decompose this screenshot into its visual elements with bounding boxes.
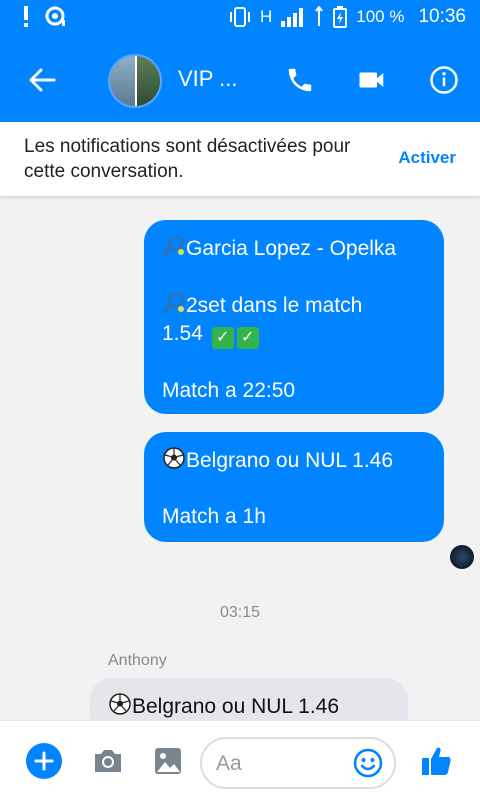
phone-icon [288,68,312,92]
message-line: 1.54 ✓ ✓ [162,320,426,349]
message-line: Match a 22:50 [162,377,426,405]
message-text: Belgrano ou NUL 1.46 [186,449,394,472]
messenger-notification-icon [45,6,65,26]
thumbs-up-icon [422,747,451,775]
sender-name: Anthony [108,652,167,669]
message-text: Match a 1h [162,505,266,528]
message-line: Garcia Lopez - Opelka [162,234,426,263]
info-icon [430,66,458,94]
emoji-button[interactable] [352,747,384,779]
message-timestamp: 03:15 [219,604,261,621]
soccer-ball-icon [109,693,131,715]
data-arrows-icon [315,6,324,26]
message-text: Garcia Lopez - Opelka [186,237,397,260]
voice-call-button[interactable] [282,62,318,98]
message-text: 2set dans le match [186,294,363,317]
message-input-wrapper[interactable] [200,737,396,789]
status-right: H 100 % 10:36 [228,6,466,28]
message-text: Match a 22:50 [162,379,296,402]
tennis-racket-icon [163,235,184,256]
check-mark-icon: ✓ [211,327,234,349]
gallery-button[interactable] [150,743,186,779]
message-line: Belgrano ou NUL 1.46 [108,692,390,721]
seen-by-avatar [450,545,474,569]
enable-notifications-button[interactable]: Activer [398,148,456,168]
message-composer [0,720,480,800]
plus-icon [34,751,54,771]
more-actions-button[interactable] [26,743,62,779]
clock: 10:36 [418,6,466,27]
message-line: 2set dans le match [162,291,426,320]
message-text: Belgrano ou NUL 1.46 [132,695,340,718]
outgoing-message[interactable]: Belgrano ou NUL 1.46 Match a 1h [144,432,444,542]
like-button[interactable] [418,743,454,779]
avatar-photo-left [110,56,135,106]
outgoing-message[interactable]: Garcia Lopez - Opelka 2set dans le match… [144,220,444,414]
status-left [22,6,68,28]
image-icon [155,748,181,774]
smiley-icon [353,748,383,778]
message-line: Match a 1h [162,503,426,531]
message-line: Belgrano ou NUL 1.46 [162,446,426,475]
back-button[interactable] [26,64,58,96]
network-type: H [259,7,273,26]
status-bar: H 100 % 10:36 [0,0,480,38]
avatar-photo-right [135,56,160,106]
check-mark-icon: ✓ [236,327,259,349]
conversation-title[interactable]: VIP ... [178,66,238,92]
message-text: 1.54 [162,322,203,345]
group-avatar[interactable] [108,54,162,108]
vibrate-icon [229,7,250,27]
video-camera-icon [359,72,384,88]
signal-icon [281,8,304,27]
soccer-ball-icon [163,447,185,469]
alert-icon [24,6,28,27]
notifications-muted-banner: Les notifications sont désactivées pour … [0,122,480,196]
camera-icon [95,750,121,772]
back-arrow-icon [29,68,56,92]
conversation-info-button[interactable] [426,62,462,98]
video-call-button[interactable] [354,62,390,98]
conversation-header: VIP ... [0,38,480,122]
camera-button[interactable] [90,743,126,779]
avatar-divider [135,56,137,106]
notification-text: Les notifications sont désactivées pour … [24,136,351,182]
message-input[interactable] [216,749,346,779]
battery-level: 100 % [356,7,405,26]
tennis-racket-icon [163,292,184,313]
battery-icon [333,6,348,28]
